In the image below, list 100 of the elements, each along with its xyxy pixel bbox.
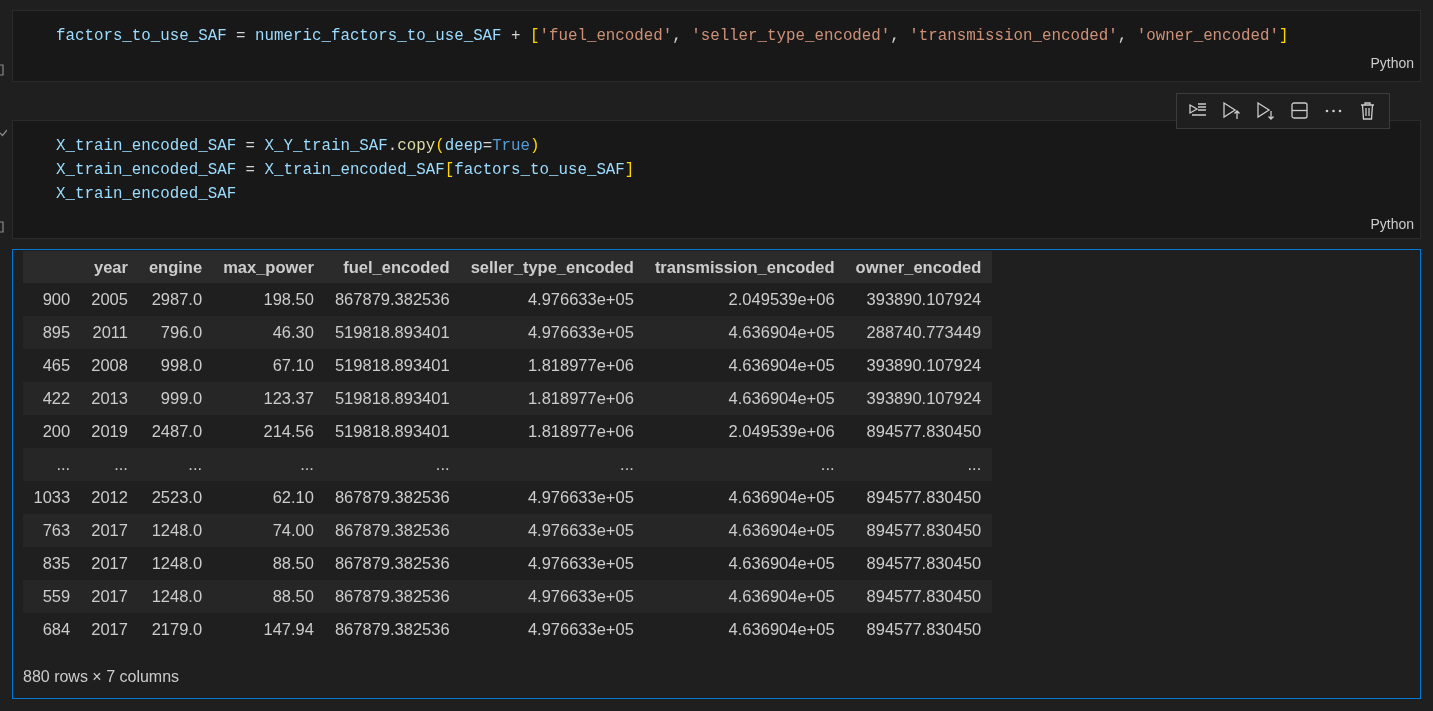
- table-cell: 4.636904e+05: [644, 316, 846, 349]
- code-cell[interactable]: factors_to_use_SAF = numeric_factors_to_use_SAF + ['fuel_encoded', 'seller_type_encoded', 'transmission_encoded', 'owner_encoded'] Python: [12, 10, 1421, 82]
- split-cell-icon[interactable]: [1290, 101, 1310, 121]
- table-cell: 4.976633e+05: [460, 316, 645, 349]
- table-cell: 88.50: [212, 580, 325, 613]
- table-cell: 4.976633e+05: [460, 514, 645, 547]
- code-line: X_train_encoded_SAF: [56, 184, 237, 205]
- bracket-icon: [0, 64, 4, 76]
- table-cell: 393890.107924: [845, 283, 992, 316]
- column-header: max_power: [212, 251, 325, 283]
- table-cell: 4.636904e+05: [644, 514, 846, 547]
- table-cell: 867879.382536: [324, 514, 461, 547]
- code-line: X_train_encoded_SAF = X_train_encoded_SAF[factors_to_use_SAF]: [56, 160, 635, 181]
- table-cell: 2008: [80, 349, 139, 382]
- table-cell: 1248.0: [138, 580, 213, 613]
- column-header: fuel_encoded: [324, 251, 461, 283]
- row-index: 1033: [23, 481, 81, 514]
- row-index: 895: [23, 316, 81, 349]
- table-cell: 519818.893401: [324, 415, 461, 448]
- row-index: 559: [23, 580, 81, 613]
- language-label[interactable]: Python: [1370, 216, 1414, 232]
- column-header: seller_type_encoded: [460, 251, 645, 283]
- table-cell: 867879.382536: [324, 547, 461, 580]
- table-cell: 519818.893401: [324, 349, 461, 382]
- table-cell: 123.37: [212, 382, 325, 415]
- table-cell: 2487.0: [138, 415, 213, 448]
- row-index: 835: [23, 547, 81, 580]
- table-cell: 867879.382536: [324, 580, 461, 613]
- table-cell: ...: [644, 448, 846, 481]
- table-cell: 2005: [80, 283, 139, 316]
- table-cell: 2011: [80, 316, 139, 349]
- bracket-icon: [0, 221, 4, 233]
- table-cell: 2523.0: [138, 481, 213, 514]
- table-cell: 1.818977e+06: [460, 349, 645, 382]
- column-header: engine: [138, 251, 213, 283]
- table-cell: ...: [212, 448, 325, 481]
- row-index: ...: [23, 448, 81, 481]
- table-cell: 2017: [80, 580, 139, 613]
- table-cell: 67.10: [212, 349, 325, 382]
- table-cell: 393890.107924: [845, 382, 992, 415]
- table-cell: 4.636904e+05: [644, 349, 846, 382]
- table-cell: 867879.382536: [324, 283, 461, 316]
- table-cell: 288740.773449: [845, 316, 992, 349]
- table-summary: 880 rows × 7 columns: [23, 668, 180, 686]
- table-cell: 4.636904e+05: [644, 382, 846, 415]
- play-down-arrow-icon[interactable]: [1256, 101, 1276, 121]
- row-index: 900: [23, 283, 81, 316]
- table-cell: ...: [845, 448, 992, 481]
- row-index: 200: [23, 415, 81, 448]
- table-cell: 62.10: [212, 481, 325, 514]
- column-header: transmission_encoded: [644, 251, 846, 283]
- table-cell: 998.0: [138, 349, 213, 382]
- row-index: 422: [23, 382, 81, 415]
- table-cell: 1248.0: [138, 547, 213, 580]
- table-cell: 2987.0: [138, 283, 213, 316]
- table-cell: 2017: [80, 547, 139, 580]
- table-cell: ...: [80, 448, 139, 481]
- code-line: factors_to_use_SAF = numeric_factors_to_use_SAF + ['fuel_encoded', 'seller_type_encoded', 'transmission_encoded', 'owner_encoded']: [56, 26, 1289, 47]
- table-cell: 2012: [80, 481, 139, 514]
- table-cell: 393890.107924: [845, 349, 992, 382]
- table-cell: 2019: [80, 415, 139, 448]
- table-cell: 894577.830450: [845, 415, 992, 448]
- language-label[interactable]: Python: [1370, 55, 1414, 71]
- play-up-arrow-icon[interactable]: [1222, 101, 1242, 121]
- table-cell: 2013: [80, 382, 139, 415]
- row-index: 763: [23, 514, 81, 547]
- table-cell: 894577.830450: [845, 481, 992, 514]
- table-cell: 519818.893401: [324, 316, 461, 349]
- table-cell: 2017: [80, 514, 139, 547]
- row-index: 465: [23, 349, 81, 382]
- table-cell: 1.818977e+06: [460, 415, 645, 448]
- table-cell: 1.818977e+06: [460, 382, 645, 415]
- table-cell: 88.50: [212, 547, 325, 580]
- table-cell: 4.636904e+05: [644, 481, 846, 514]
- table-cell: 894577.830450: [845, 514, 992, 547]
- table-cell: 519818.893401: [324, 382, 461, 415]
- table-cell: ...: [324, 448, 461, 481]
- table-cell: 4.636904e+05: [644, 547, 846, 580]
- table-cell: 894577.830450: [845, 547, 992, 580]
- code-cell[interactable]: X_train_encoded_SAF = X_Y_train_SAF.copy(deep=True) X_train_encoded_SAF = X_train_encoded_SAF[factors_to_use_SAF] X_train_encoded_SAF Python: [12, 120, 1421, 239]
- table-cell: 1248.0: [138, 514, 213, 547]
- table-cell: 2.049539e+06: [644, 283, 846, 316]
- table-cell: 74.00: [212, 514, 325, 547]
- table-cell: 4.636904e+05: [644, 580, 846, 613]
- table-cell: 214.56: [212, 415, 325, 448]
- table-cell: 4.976633e+05: [460, 547, 645, 580]
- table-cell: 4.976633e+05: [460, 283, 645, 316]
- table-cell: 867879.382536: [324, 481, 461, 514]
- table-cell: 2.049539e+06: [644, 415, 846, 448]
- table-cell: 4.976633e+05: [460, 481, 645, 514]
- table-cell: 999.0: [138, 382, 213, 415]
- table-cell: ...: [138, 448, 213, 481]
- column-header: year: [80, 251, 139, 283]
- table-cell: 198.50: [212, 283, 325, 316]
- table-cell: 894577.830450: [845, 580, 992, 613]
- code-line: X_train_encoded_SAF = X_Y_train_SAF.copy(deep=True): [56, 136, 540, 157]
- table-cell: ...: [460, 448, 645, 481]
- table-cell: 4.976633e+05: [460, 580, 645, 613]
- column-header: owner_encoded: [845, 251, 992, 283]
- table-cell: 796.0: [138, 316, 213, 349]
